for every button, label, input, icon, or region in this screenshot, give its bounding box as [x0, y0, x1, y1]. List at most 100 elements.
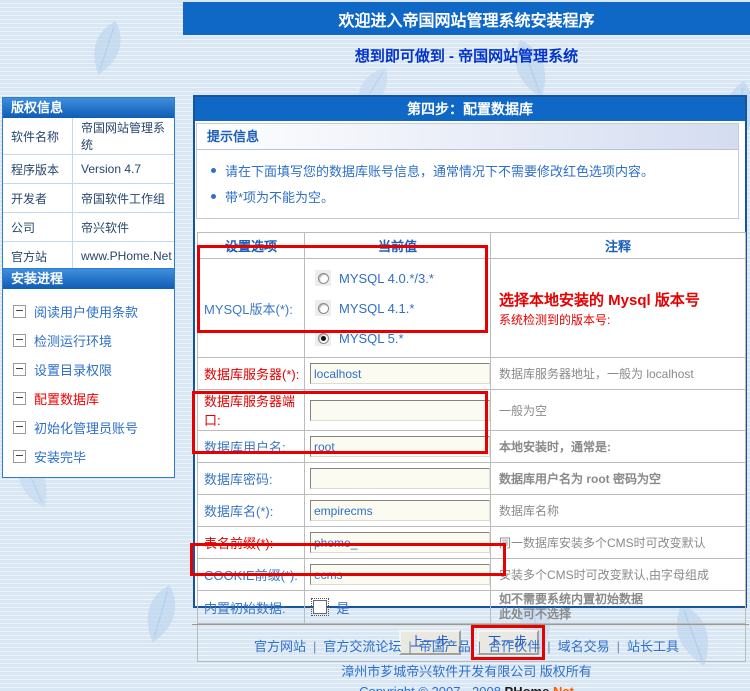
leaf-decoration	[78, 13, 136, 83]
progress-step-read-terms: 阅读用户使用条款	[13, 297, 174, 326]
radio-icon[interactable]	[315, 270, 331, 286]
official-site-link[interactable]: www.PHome.Net	[73, 242, 175, 271]
table-prefix-label: 表名前缀(*):	[198, 527, 305, 559]
mysql-version-comment: 选择本地安装的 Mysql 版本号 系统检测到的版本号:	[491, 259, 746, 358]
tree-minus-icon	[13, 421, 26, 434]
copyright-table: 软件名称 帝国网站管理系统 程序版本 Version 4.7 开发者 帝国软件工…	[3, 118, 174, 270]
copyright-label: 软件名称	[3, 118, 73, 155]
column-header-comment: 注释	[491, 233, 746, 259]
db-username-row: 数据库用户名: 本地安装时，通常是:	[198, 431, 746, 463]
tree-minus-icon	[13, 363, 26, 376]
table-header-row: 设置选项 当前值 注释	[198, 233, 746, 259]
main-panel: 第四步：配置数据库 提示信息 请在下面填写您的数据库账号信息，通常情况下不需要修…	[193, 95, 747, 608]
copyright-value: 帝国软件工作组	[73, 184, 175, 213]
radio-option-mysql40[interactable]: MYSQL 4.0.*/3.*	[315, 263, 490, 293]
table-row: 程序版本 Version 4.7	[3, 155, 174, 184]
radio-icon[interactable]	[315, 300, 331, 316]
tips-title: 提示信息	[197, 124, 738, 150]
column-header-option: 设置选项	[198, 233, 305, 259]
progress-panel-title: 安装进程	[3, 269, 174, 289]
db-name-comment: 数据库名称	[491, 495, 746, 527]
table-prefix-row: 表名前缀(*): 同一数据库安装多个CMS时可改变默认	[198, 527, 746, 559]
db-password-row: 数据库密码: 数据库用户名为 root 密码为空	[198, 463, 746, 495]
tip-item: 带*项为不能为空。	[197, 183, 738, 209]
cookie-prefix-label: COOKIE前缀(*):	[198, 559, 305, 591]
progress-step-init-admin: 初始化管理员账号	[13, 413, 174, 442]
footer-link-partners[interactable]: 合作伙伴	[488, 636, 540, 655]
footer-link-forum[interactable]: 官方交流论坛	[323, 636, 401, 655]
brand-suffix: Net	[553, 684, 574, 691]
db-username-input[interactable]	[310, 436, 490, 457]
builtin-data-checkbox-label: 是	[336, 601, 349, 616]
db-server-input[interactable]	[310, 363, 490, 384]
annotation-text: 本地安装时，通常是:	[491, 431, 746, 463]
footer-links: 官方网站|官方交流论坛|帝国产品|合作伙伴|域名交易|站长工具	[183, 636, 750, 655]
annotation-text: 数据库用户名为 root 密码为空	[491, 463, 746, 495]
bullet-icon	[211, 194, 216, 199]
copyright-panel-title: 版权信息	[3, 98, 174, 118]
db-server-comment: 数据库服务器地址，一般为 localhost	[491, 358, 746, 390]
db-port-row: 数据库服务器端口: 一般为空	[198, 390, 746, 431]
annotation-text: 系统检测到的版本号:	[499, 311, 744, 329]
cookie-prefix-row: COOKIE前缀(*): 安装多个CMS时可改变默认,由字母组成	[198, 559, 746, 591]
tip-item: 请在下面填写您的数据库账号信息，通常情况下不需要修改红色选项内容。	[197, 157, 738, 183]
db-name-row: 数据库名(*): 数据库名称	[198, 495, 746, 527]
copyright-value: 帝国网站管理系统	[73, 118, 175, 155]
table-row: 开发者 帝国软件工作组	[3, 184, 174, 213]
table-prefix-input[interactable]	[310, 532, 490, 553]
brand-name: PHome.	[505, 684, 553, 691]
tree-minus-icon	[13, 334, 26, 347]
db-port-label: 数据库服务器端口:	[198, 390, 305, 431]
db-password-input[interactable]	[310, 468, 490, 489]
bullet-icon	[211, 168, 216, 173]
radio-option-mysql5-selected[interactable]: MYSQL 5.*	[315, 323, 490, 353]
copyright-label: 开发者	[3, 184, 73, 213]
cookie-prefix-comment: 安装多个CMS时可改变默认,由字母组成	[491, 559, 746, 591]
copyright-value: Version 4.7	[73, 155, 175, 184]
progress-step-config-db-current: 配置数据库	[13, 384, 174, 413]
mysql-version-row: MYSQL版本(*): MYSQL 4.0.*/3.* MYSQL 4.1.* …	[198, 259, 746, 358]
footer-link-products[interactable]: 帝国产品	[419, 636, 471, 655]
mysql-version-label: MYSQL版本(*):	[198, 259, 305, 358]
page-title: 欢迎进入帝国网站管理系统安装程序	[183, 2, 750, 35]
table-row: 软件名称 帝国网站管理系统	[3, 118, 174, 155]
copyright-panel: 版权信息 软件名称 帝国网站管理系统 程序版本 Version 4.7 开发者 …	[2, 97, 175, 271]
db-server-row: 数据库服务器(*): 数据库服务器地址，一般为 localhost	[198, 358, 746, 390]
progress-list: 阅读用户使用条款 检测运行环境 设置目录权限 配置数据库 初始化管理员账号 安装…	[3, 289, 174, 477]
db-name-label: 数据库名(*):	[198, 495, 305, 527]
db-port-input[interactable]	[310, 400, 490, 421]
builtin-data-checkbox[interactable]	[313, 600, 327, 614]
db-username-label: 数据库用户名:	[198, 431, 305, 463]
cookie-prefix-input[interactable]	[310, 564, 490, 585]
db-name-input[interactable]	[310, 500, 490, 521]
copyright-value: 帝兴软件	[73, 213, 175, 242]
db-config-table: 设置选项 当前值 注释 MYSQL版本(*): MYSQL 4.0.*/3.* …	[197, 232, 746, 662]
tree-minus-icon	[13, 305, 26, 318]
copyright-line: Copyright © 2007 - 2008 PHome.Net	[183, 684, 750, 691]
footer: 官方网站|官方交流论坛|帝国产品|合作伙伴|域名交易|站长工具 漳州市芗城帝兴软…	[183, 636, 750, 691]
builtin-data-label: 内置初始数据:	[198, 591, 305, 624]
copyright-label: 公司	[3, 213, 73, 242]
radio-option-mysql41[interactable]: MYSQL 4.1.*	[315, 293, 490, 323]
slogan: 想到即可做到 - 帝国网站管理系统	[183, 45, 750, 66]
mysql-version-options: MYSQL 4.0.*/3.* MYSQL 4.1.* MYSQL 5.*	[305, 259, 491, 358]
progress-step-check-env: 检测运行环境	[13, 326, 174, 355]
db-port-comment: 一般为空	[491, 390, 746, 431]
footer-link-webmaster-tools[interactable]: 站长工具	[627, 636, 679, 655]
table-row: 官方站 www.PHome.Net	[3, 242, 174, 271]
db-password-label: 数据库密码:	[198, 463, 305, 495]
tips-body: 请在下面填写您的数据库账号信息，通常情况下不需要修改红色选项内容。 带*项为不能…	[197, 150, 738, 218]
progress-step-dir-perms: 设置目录权限	[13, 355, 174, 384]
footer-link-official-site[interactable]: 官方网站	[254, 636, 306, 655]
annotation-text: 如不需要系统内置初始数据 此处可不选择	[491, 591, 746, 624]
radio-checked-icon[interactable]	[315, 330, 331, 346]
footer-link-domains[interactable]: 域名交易	[558, 636, 610, 655]
step-title: 第四步：配置数据库	[195, 97, 745, 121]
copyright-label: 程序版本	[3, 155, 73, 184]
builtin-data-row: 内置初始数据: 是 如不需要系统内置初始数据 此处可不选择	[198, 591, 746, 624]
table-prefix-comment: 同一数据库安装多个CMS时可改变默认	[491, 527, 746, 559]
copyright-label: 官方站	[3, 242, 73, 271]
footer-divider	[192, 624, 749, 625]
table-row: 公司 帝兴软件	[3, 213, 174, 242]
progress-step-finish: 安装完毕	[13, 442, 174, 471]
